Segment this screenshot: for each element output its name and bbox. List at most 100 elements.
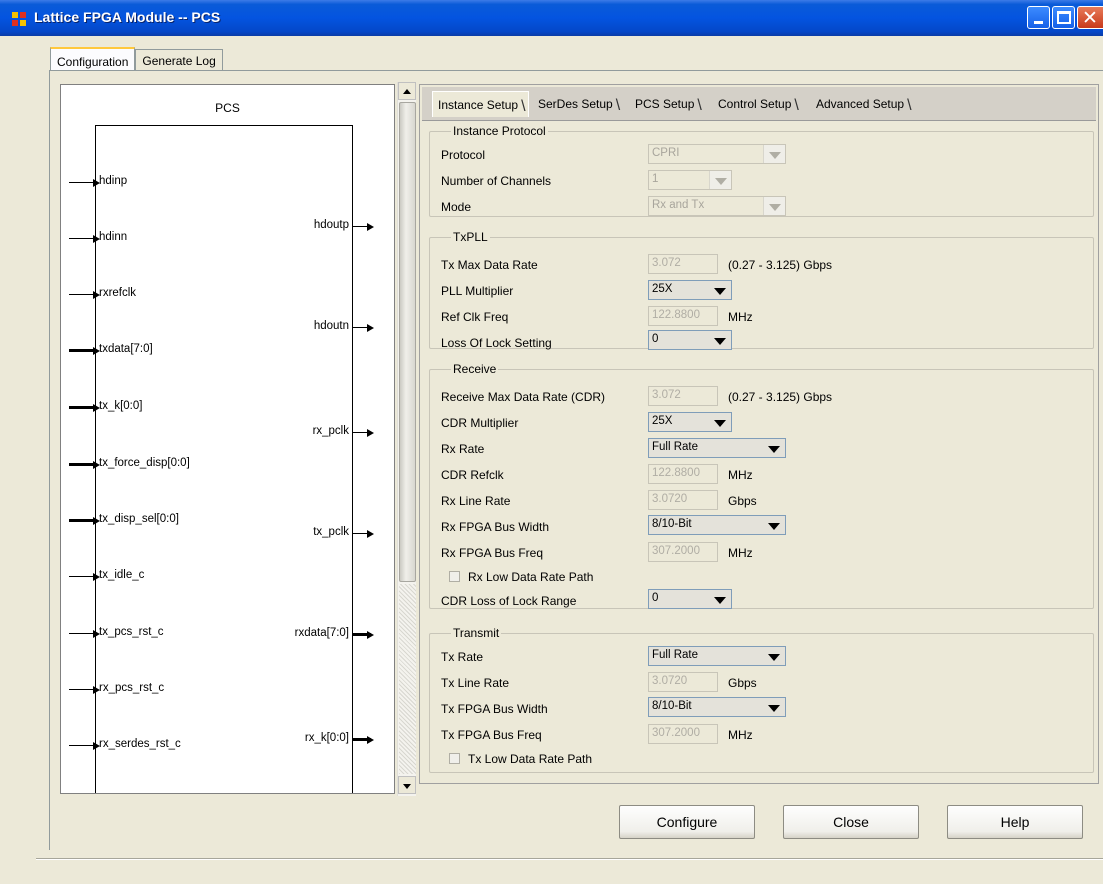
chevron-down-icon (763, 698, 785, 716)
rx-bus-width-label: Rx FPGA Bus Width (441, 520, 550, 534)
tab-control-setup[interactable]: Control Setup \ (718, 91, 799, 117)
chevron-down-icon (709, 590, 731, 608)
rx-line-rate-field[interactable]: 3.0720 (648, 490, 718, 510)
maximize-button[interactable] (1052, 6, 1075, 29)
tx-max-rate-label: Tx Max Data Rate (441, 258, 538, 272)
diagram-scrollbar[interactable] (397, 82, 416, 796)
title-bar[interactable]: Lattice FPGA Module -- PCS ✕ (0, 0, 1103, 36)
checkbox-box (449, 753, 460, 764)
group-title: Instance Protocol (451, 124, 548, 138)
diagram-title: PCS (215, 101, 240, 115)
tab-generate-log[interactable]: Generate Log (135, 49, 223, 71)
rx-bus-freq-field[interactable]: 307.2000 (648, 542, 718, 562)
chevron-down-icon (763, 439, 785, 457)
scroll-track[interactable] (399, 584, 416, 774)
window-title: Lattice FPGA Module -- PCS (34, 9, 221, 25)
cdr-mult-select[interactable]: 25X (648, 412, 732, 432)
close-window-button[interactable]: ✕ (1077, 6, 1103, 29)
rx-max-rate-field[interactable]: 3.072 (648, 386, 718, 406)
group-title: Receive (451, 362, 499, 376)
rx-line-rate-label: Rx Line Rate (441, 494, 511, 508)
tx-line-rate-unit: Gbps (728, 676, 757, 690)
chevron-down-icon (763, 145, 785, 163)
cdr-refclk-unit: MHz (728, 468, 753, 482)
scroll-up-button[interactable] (398, 82, 416, 100)
tx-bus-freq-unit: MHz (728, 728, 753, 742)
help-button[interactable]: Help (947, 805, 1083, 839)
tx-max-rate-unit: (0.27 - 3.125) Gbps (728, 258, 833, 272)
pcs-block-diagram: PCS hdinp hdinn rxrefclk txdata[7:0] tx_… (60, 84, 395, 794)
transmit-group: Transmit Tx Rate Full Rate Tx Line Rate … (429, 626, 1094, 773)
scroll-down-button[interactable] (398, 776, 416, 794)
rx-max-rate-label: Receive Max Data Rate (CDR) (441, 390, 606, 404)
scroll-thumb[interactable] (399, 102, 416, 582)
tx-rate-select[interactable]: Full Rate (648, 646, 786, 666)
pll-mult-label: PLL Multiplier (441, 284, 514, 298)
tx-max-rate-field[interactable]: 3.072 (648, 254, 718, 274)
rx-line-rate-unit: Gbps (728, 494, 757, 508)
close-icon: ✕ (1082, 8, 1098, 29)
chevron-down-icon (709, 331, 731, 349)
lattice-app-icon (12, 12, 26, 26)
settings-tab-strip: Instance Setup \ SerDes Setup \ PCS Setup \… (422, 87, 1096, 121)
cdr-refclk-field[interactable]: 122.8800 (648, 464, 718, 484)
pll-mult-select[interactable]: 25X (648, 280, 732, 300)
instance-protocol-group: Instance Protocol Protocol CPRI Number o… (429, 124, 1094, 217)
rx-bus-freq-label: Rx FPGA Bus Freq (441, 546, 544, 560)
tx-bus-width-label: Tx FPGA Bus Width (441, 702, 548, 716)
txpll-group: TxPLL Tx Max Data Rate 3.072 (0.27 - 3.1… (429, 230, 1094, 350)
tx-low-rate-checkbox[interactable]: Tx Low Data Rate Path (449, 752, 592, 766)
rx-rate-label: Rx Rate (441, 442, 485, 456)
cdr-refclk-label: CDR Refclk (441, 468, 504, 482)
chevron-down-icon (763, 197, 785, 215)
num-channels-select[interactable]: 1 (648, 170, 732, 190)
arrow-down-icon (403, 784, 411, 789)
rx-rate-select[interactable]: Full Rate (648, 438, 786, 458)
rx-low-rate-checkbox[interactable]: Rx Low Data Rate Path (449, 570, 593, 584)
chevron-down-icon (709, 281, 731, 299)
outer-tab-strip: Configuration Generate Log (50, 47, 223, 71)
checkbox-box (449, 571, 460, 582)
minimize-icon (1034, 21, 1043, 24)
ref-clk-label: Ref Clk Freq (441, 310, 509, 324)
ref-clk-unit: MHz (728, 310, 753, 324)
maximize-icon (1057, 11, 1071, 24)
group-title: TxPLL (451, 230, 490, 244)
protocol-label: Protocol (441, 148, 486, 162)
tx-line-rate-label: Tx Line Rate (441, 676, 510, 690)
chevron-down-icon (763, 647, 785, 665)
tab-advanced-setup[interactable]: Advanced Setup \ (816, 91, 912, 117)
status-divider (36, 858, 1103, 860)
tx-bus-freq-label: Tx FPGA Bus Freq (441, 728, 542, 742)
rx-max-rate-unit: (0.27 - 3.125) Gbps (728, 390, 833, 404)
cdr-mult-label: CDR Multiplier (441, 416, 519, 430)
minimize-button[interactable] (1027, 6, 1050, 29)
lol-select[interactable]: 0 (648, 330, 732, 350)
tx-line-rate-field[interactable]: 3.0720 (648, 672, 718, 692)
chevron-down-icon (763, 516, 785, 534)
rx-bus-width-select[interactable]: 8/10-Bit (648, 515, 786, 535)
configure-button[interactable]: Configure (619, 805, 755, 839)
close-button[interactable]: Close (783, 805, 919, 839)
rx-bus-freq-unit: MHz (728, 546, 753, 560)
mode-select[interactable]: Rx and Tx (648, 196, 786, 216)
tx-bus-width-select[interactable]: 8/10-Bit (648, 697, 786, 717)
tab-configuration[interactable]: Configuration (50, 47, 136, 71)
chevron-down-icon (709, 413, 731, 431)
tab-pcs-setup[interactable]: PCS Setup \ (635, 91, 702, 117)
tx-bus-freq-field[interactable]: 307.2000 (648, 724, 718, 744)
protocol-select[interactable]: CPRI (648, 144, 786, 164)
tab-instance-setup[interactable]: Instance Setup \ (432, 91, 529, 117)
tab-serdes-setup[interactable]: SerDes Setup \ (538, 91, 620, 117)
lol-label: Loss Of Lock Setting (441, 336, 552, 350)
mode-label: Mode (441, 200, 472, 214)
receive-group: Receive Receive Max Data Rate (CDR) 3.07… (429, 362, 1094, 609)
group-title: Transmit (451, 626, 502, 640)
cdr-lol-label: CDR Loss of Lock Range (441, 594, 577, 608)
num-channels-label: Number of Channels (441, 174, 552, 188)
tx-rate-label: Tx Rate (441, 650, 484, 664)
arrow-up-icon (403, 89, 411, 94)
settings-panel: Instance Setup \ SerDes Setup \ PCS Setup \… (419, 84, 1099, 784)
ref-clk-field[interactable]: 122.8800 (648, 306, 718, 326)
cdr-lol-select[interactable]: 0 (648, 589, 732, 609)
